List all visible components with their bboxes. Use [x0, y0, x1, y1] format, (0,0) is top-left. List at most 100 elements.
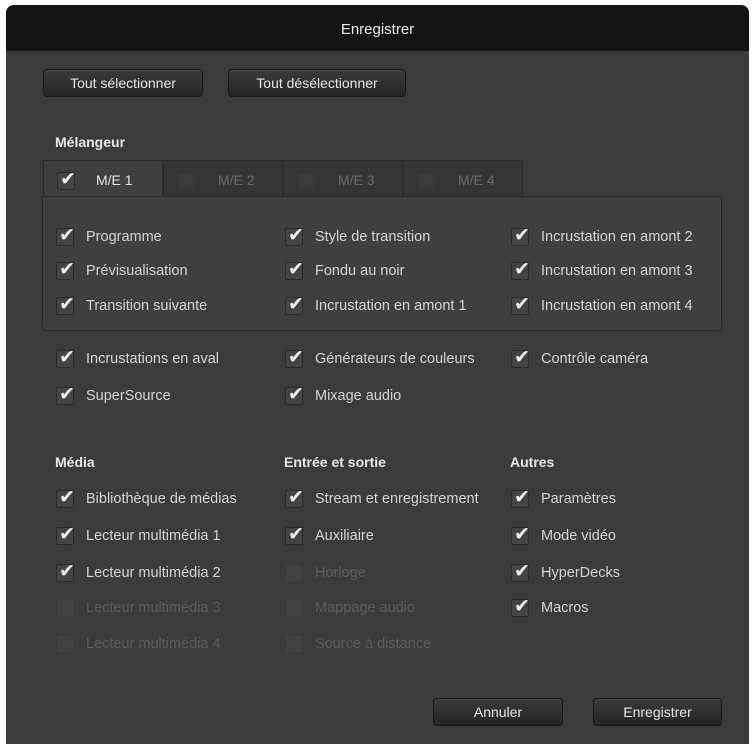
tab-me3-checkbox[interactable]: [297, 172, 315, 190]
checkbox-label: Lecteur multimédia 4: [86, 636, 221, 652]
mixer-heading: Mélangeur: [55, 134, 126, 150]
checkmark-icon: ✔: [514, 560, 530, 582]
checkbox[interactable]: ✔: [56, 486, 75, 508]
checkbox-label: HyperDecks: [541, 565, 620, 581]
checkbox-label: Générateurs de couleurs: [315, 351, 475, 367]
checkbox-label: Lecteur multimédia 2: [86, 565, 221, 581]
checkmark-icon: ✔: [59, 293, 75, 315]
checkbox[interactable]: ✔: [511, 560, 530, 582]
checkbox-label: Incrustation en amont 2: [541, 229, 693, 245]
checkbox-label: Contrôle caméra: [541, 351, 649, 367]
checkbox[interactable]: ✔: [511, 224, 530, 246]
checkmark-icon: ✔: [59, 224, 75, 246]
checkbox-label: Incrustation en amont 3: [541, 263, 693, 279]
checkmark-icon: ✔: [514, 293, 530, 315]
checkbox-label: Programme: [86, 229, 162, 245]
checkmark-icon: ✔: [288, 346, 304, 368]
checkbox-label: Mappage audio: [315, 600, 415, 616]
checkbox-label: Mode vidéo: [541, 528, 616, 544]
checkmark-icon: ✔: [288, 523, 304, 545]
checkbox[interactable]: ✔: [285, 258, 304, 280]
checkbox[interactable]: ✔: [285, 224, 304, 246]
checkbox-label: Prévisualisation: [86, 263, 188, 279]
checkbox-label: Lecteur multimédia 3: [86, 600, 221, 616]
checkmark-icon: ✔: [514, 595, 530, 617]
checkmark-icon: ✔: [59, 383, 75, 405]
checkmark-icon: ✔: [514, 523, 530, 545]
media-heading: Média: [55, 454, 95, 470]
checkbox[interactable]: ✔: [56, 258, 75, 280]
checkmark-icon: ✔: [288, 258, 304, 280]
checkmark-icon: ✔: [514, 224, 530, 246]
checkmark-icon: ✔: [514, 346, 530, 368]
checkbox[interactable]: ✔: [285, 383, 304, 405]
checkmark-icon: ✔: [59, 258, 75, 280]
io-heading: Entrée et sortie: [284, 454, 386, 470]
tab-me1-label: M/E 1: [96, 172, 133, 188]
checkbox: [285, 599, 303, 617]
select-all-button[interactable]: Tout sélectionner: [43, 69, 203, 97]
checkbox[interactable]: ✔: [511, 523, 530, 545]
checkmark-icon: ✔: [59, 523, 75, 545]
checkbox[interactable]: ✔: [56, 523, 75, 545]
checkmark-icon: ✔: [60, 168, 76, 190]
checkbox-label: Source à distance: [315, 636, 432, 652]
checkbox[interactable]: ✔: [285, 523, 304, 545]
checkbox-label: Auxiliaire: [315, 528, 374, 544]
checkbox-label: Lecteur multimédia 1: [86, 528, 221, 544]
checkbox[interactable]: ✔: [511, 595, 530, 617]
checkmark-icon: ✔: [59, 486, 75, 508]
checkbox[interactable]: ✔: [285, 486, 304, 508]
tab-me3[interactable]: M/E 3: [283, 160, 403, 197]
checkbox[interactable]: ✔: [56, 293, 75, 315]
tab-me1-checkbox[interactable]: ✔: [57, 168, 76, 190]
checkbox-label: Fondu au noir: [315, 263, 405, 279]
checkbox[interactable]: ✔: [511, 258, 530, 280]
checkbox-label: Incrustations en aval: [86, 351, 219, 367]
checkbox: [56, 599, 74, 617]
save-dialog: Enregistrer Tout sélectionner Tout désél…: [6, 5, 749, 744]
tab-me2-checkbox[interactable]: [177, 172, 195, 190]
checkbox[interactable]: ✔: [56, 560, 75, 582]
checkmark-icon: ✔: [59, 346, 75, 368]
checkmark-icon: ✔: [288, 383, 304, 405]
tab-me3-label: M/E 3: [338, 172, 375, 188]
checkbox[interactable]: ✔: [285, 293, 304, 315]
checkbox-label: Macros: [541, 600, 589, 616]
deselect-all-button[interactable]: Tout désélectionner: [228, 69, 406, 97]
checkmark-icon: ✔: [288, 486, 304, 508]
tab-me2-label: M/E 2: [218, 172, 255, 188]
checkmark-icon: ✔: [514, 258, 530, 280]
checkbox[interactable]: ✔: [511, 486, 530, 508]
checkbox-label: Transition suivante: [86, 298, 208, 314]
checkbox-label: SuperSource: [86, 388, 171, 404]
tab-me4-checkbox[interactable]: [417, 172, 435, 190]
checkbox: [285, 564, 303, 582]
checkmark-icon: ✔: [288, 293, 304, 315]
checkbox-label: Mixage audio: [315, 388, 402, 404]
others-heading: Autres: [510, 454, 555, 470]
checkbox-label: Bibliothèque de médias: [86, 491, 237, 507]
checkbox[interactable]: ✔: [511, 346, 530, 368]
checkbox[interactable]: ✔: [56, 383, 75, 405]
checkbox[interactable]: ✔: [285, 346, 304, 368]
checkbox[interactable]: ✔: [511, 293, 530, 315]
checkmark-icon: ✔: [514, 486, 530, 508]
checkmark-icon: ✔: [59, 560, 75, 582]
checkmark-icon: ✔: [288, 224, 304, 246]
checkbox-label: Incrustation en amont 1: [315, 298, 467, 314]
checkbox: [56, 635, 74, 653]
cancel-button[interactable]: Annuler: [433, 698, 563, 726]
checkbox-label: Stream et enregistrement: [315, 491, 479, 507]
dialog-title: Enregistrer: [6, 5, 749, 51]
checkbox[interactable]: ✔: [56, 346, 75, 368]
checkbox-label: Paramètres: [541, 491, 616, 507]
checkbox-label: Incrustation en amont 4: [541, 298, 693, 314]
checkbox[interactable]: ✔: [56, 224, 75, 246]
tab-me4[interactable]: M/E 4: [403, 160, 523, 197]
tab-me4-label: M/E 4: [458, 172, 495, 188]
tab-me1[interactable]: ✔ M/E 1: [43, 160, 163, 198]
tab-me2[interactable]: M/E 2: [163, 160, 283, 197]
checkbox-label: Style de transition: [315, 229, 431, 245]
save-button[interactable]: Enregistrer: [593, 698, 722, 726]
